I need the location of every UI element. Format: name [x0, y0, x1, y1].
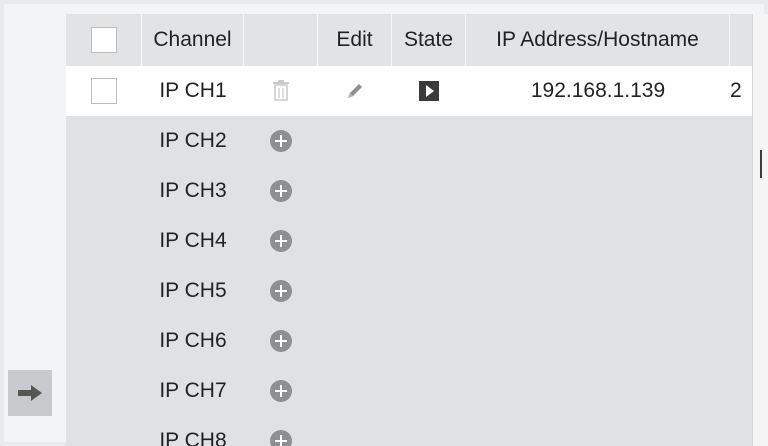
- add-button[interactable]: [244, 216, 318, 266]
- header-ip[interactable]: IP Address/Hostname: [466, 14, 730, 66]
- play-icon: [419, 81, 439, 101]
- header-action: [244, 14, 318, 66]
- pencil-icon: [348, 84, 362, 98]
- channel-name: IP CH8: [159, 429, 227, 446]
- table-row[interactable]: IP CH3: [66, 166, 752, 216]
- header-state[interactable]: State: [392, 14, 466, 66]
- channel-name: IP CH5: [159, 279, 227, 302]
- plus-circle-icon: [270, 280, 292, 302]
- channel-name: IP CH7: [159, 379, 227, 402]
- table-row[interactable]: IP CH6: [66, 316, 752, 366]
- channel-name: IP CH2: [159, 129, 227, 152]
- plus-circle-icon: [270, 180, 292, 202]
- state-cell[interactable]: [392, 66, 466, 116]
- select-all-checkbox[interactable]: [90, 27, 117, 53]
- row-checkbox[interactable]: [91, 78, 117, 104]
- header-channel[interactable]: Channel: [142, 14, 244, 66]
- edit-button[interactable]: [318, 66, 392, 116]
- table-row[interactable]: IP CH4: [66, 216, 752, 266]
- add-button[interactable]: [244, 316, 318, 366]
- header-select-all: [66, 14, 142, 66]
- table-row[interactable]: IP CH2: [66, 116, 752, 166]
- move-right-button[interactable]: [8, 370, 52, 416]
- add-button[interactable]: [244, 366, 318, 416]
- channel-name: IP CH6: [159, 329, 227, 352]
- channel-name: IP CH3: [159, 179, 227, 202]
- channel-name: IP CH1: [159, 79, 227, 102]
- add-button[interactable]: [244, 116, 318, 166]
- delete-button[interactable]: [244, 66, 318, 116]
- ip-address: 192.168.1.139: [530, 79, 666, 102]
- add-button[interactable]: [244, 416, 318, 446]
- plus-circle-icon: [270, 230, 292, 252]
- app-root: { "table": { "headers": { "select_all": …: [0, 0, 768, 446]
- add-button[interactable]: [244, 266, 318, 316]
- arrow-right-icon: [18, 385, 42, 401]
- header-edit[interactable]: Edit: [318, 14, 392, 66]
- table-scroll-edge[interactable]: [752, 14, 768, 446]
- plus-circle-icon: [270, 380, 292, 402]
- table-row[interactable]: IP CH1 192.168.1.139 2: [66, 66, 752, 116]
- add-button[interactable]: [244, 166, 318, 216]
- plus-circle-icon: [270, 330, 292, 352]
- next-column-value: 2: [730, 79, 742, 102]
- plus-circle-icon: [270, 430, 292, 446]
- table-row[interactable]: IP CH5: [66, 266, 752, 316]
- scroll-marker: [760, 150, 762, 178]
- trash-icon: [273, 80, 289, 101]
- table-row[interactable]: IP CH8: [66, 416, 752, 446]
- table-row[interactable]: IP CH7: [66, 366, 752, 416]
- table-header: Channel Edit State IP Address/Hostname: [66, 14, 752, 66]
- header-next-column: [730, 14, 752, 66]
- plus-circle-icon: [270, 130, 292, 152]
- channel-name: IP CH4: [159, 229, 227, 252]
- row-select-cell: [66, 66, 142, 116]
- channel-table: Channel Edit State IP Address/Hostname I…: [66, 14, 768, 446]
